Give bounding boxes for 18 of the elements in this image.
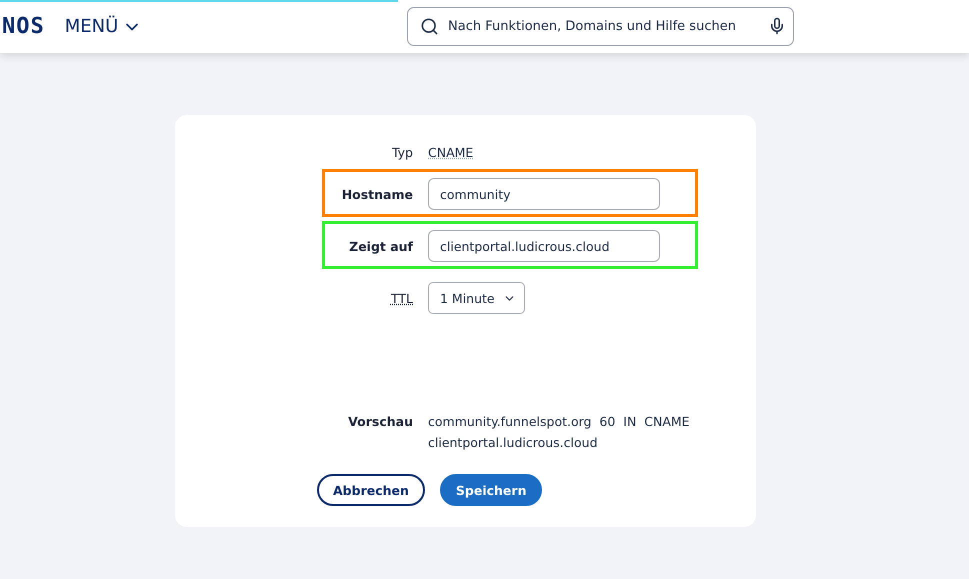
microphone-icon[interactable] [768, 17, 786, 35]
field-label: Vorschau [347, 414, 413, 431]
text-field[interactable]: community [428, 178, 660, 210]
preview-text: community.funnelspot.org 60 IN CNAME [428, 414, 691, 429]
field-label: Typ [390, 145, 413, 160]
cancel-button[interactable]: Abbrechen [317, 474, 425, 506]
search-icon [420, 17, 439, 36]
field-label: Zeigt auf [348, 238, 413, 254]
save-button[interactable]: Speichern [440, 474, 542, 506]
preview-text: clientportal.ludicrous.cloud [428, 435, 599, 450]
menu-button[interactable]: MENÜ [64, 16, 142, 37]
logo[interactable]: NOS [2, 14, 45, 39]
field-label: TTL [390, 290, 413, 306]
text-field[interactable]: clientportal.ludicrous.cloud [428, 230, 660, 262]
field-label: Hostname [340, 186, 413, 202]
ttl-select[interactable]: 1 Minute [428, 282, 525, 314]
search-field[interactable]: Nach Funktionen, Domains und Hilfe suchen [407, 7, 794, 46]
type-value: CNAME [428, 145, 474, 160]
